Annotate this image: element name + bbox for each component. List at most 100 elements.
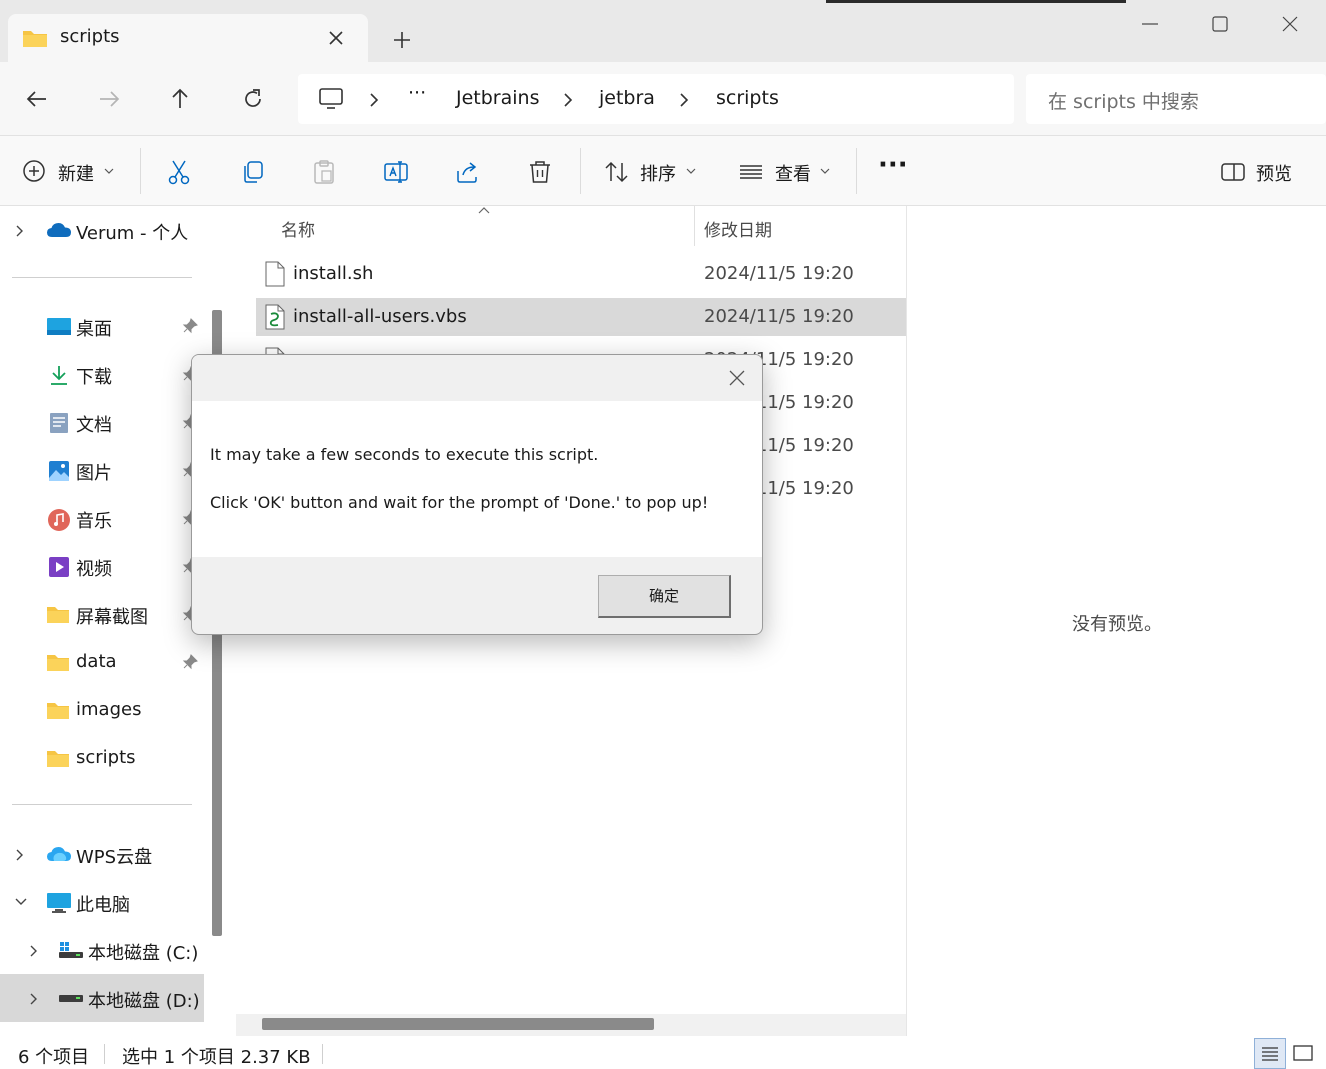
share-icon[interactable] xyxy=(455,159,481,185)
monitor-icon[interactable] xyxy=(318,87,344,111)
system-drive-icon xyxy=(58,940,84,960)
chevron-right-icon[interactable] xyxy=(14,224,26,238)
breadcrumb-scripts[interactable]: scripts xyxy=(716,87,779,109)
item-count: 6 个项目 xyxy=(18,1047,90,1068)
toolbar-divider xyxy=(856,148,857,194)
close-window-icon[interactable] xyxy=(1276,12,1304,36)
chevron-down-icon[interactable] xyxy=(104,167,114,175)
horizontal-scrollbar[interactable] xyxy=(262,1018,654,1030)
new-tab-icon[interactable] xyxy=(388,26,416,54)
command-bar: 新建 排序 查看 ··· 预览 xyxy=(0,136,1326,206)
folder-icon xyxy=(22,28,48,48)
dialog-close-icon[interactable] xyxy=(728,369,746,387)
chevron-down-icon[interactable] xyxy=(14,896,28,908)
cut-icon[interactable] xyxy=(166,159,192,185)
dialog-body: It may take a few seconds to execute thi… xyxy=(192,401,762,557)
sidebar-item-pictures[interactable]: 图片 xyxy=(0,450,204,490)
sort-icon[interactable] xyxy=(604,159,630,185)
chevron-down-icon[interactable] xyxy=(686,167,696,175)
chevron-right-icon[interactable] xyxy=(368,92,380,108)
column-header-name[interactable]: 名称 xyxy=(281,216,315,241)
paste-icon[interactable] xyxy=(311,159,337,185)
column-header-date[interactable]: 修改日期 xyxy=(704,216,772,241)
folder-icon xyxy=(46,700,70,720)
chevron-right-icon[interactable] xyxy=(14,848,26,862)
view-list-icon[interactable] xyxy=(738,159,764,185)
copy-icon[interactable] xyxy=(240,159,266,185)
file-name: install.sh xyxy=(293,263,374,284)
search-input[interactable]: 在 scripts 中搜索 xyxy=(1026,74,1326,124)
sidebar-item-onedrive[interactable]: Verum - 个人 xyxy=(0,210,204,250)
status-divider xyxy=(104,1044,105,1064)
sidebar-item-label: 图片 xyxy=(76,463,112,484)
sidebar-item-label: 桌面 xyxy=(76,319,112,340)
title-bar: scripts xyxy=(0,0,1326,62)
sidebar-item-desktop[interactable]: 桌面 xyxy=(0,306,204,346)
preview-button[interactable]: 预览 xyxy=(1256,160,1292,186)
sidebar-item-drive-c[interactable]: 本地磁盘 (C:) xyxy=(0,930,204,970)
sidebar-item-music[interactable]: 音乐 xyxy=(0,498,204,538)
back-arrow-icon[interactable] xyxy=(24,86,50,112)
pin-icon[interactable] xyxy=(182,318,198,334)
sidebar-item-downloads[interactable]: 下载 xyxy=(0,354,204,394)
sidebar-item-wps[interactable]: WPS云盘 xyxy=(0,834,204,874)
refresh-icon[interactable] xyxy=(240,86,266,112)
more-options-button[interactable]: ··· xyxy=(878,150,908,180)
desktop-icon xyxy=(46,316,72,336)
chevron-right-icon[interactable] xyxy=(28,944,40,958)
new-button[interactable]: 新建 xyxy=(58,160,94,186)
chevron-right-icon[interactable] xyxy=(562,92,574,108)
this-pc-icon xyxy=(46,892,72,914)
breadcrumb-jetbra[interactable]: jetbra xyxy=(599,87,655,109)
tab-scripts[interactable]: scripts xyxy=(8,14,368,62)
breadcrumb-jetbrains[interactable]: Jetbrains xyxy=(456,87,539,109)
sidebar-item-images[interactable]: images xyxy=(0,690,204,730)
sidebar-item-label: 屏幕截图 xyxy=(76,607,148,628)
dialog-title-bar[interactable] xyxy=(192,355,762,401)
file-name: install-all-users.vbs xyxy=(293,306,467,327)
chevron-right-icon[interactable] xyxy=(678,92,690,108)
forward-arrow-icon[interactable] xyxy=(96,86,122,112)
view-button[interactable]: 查看 xyxy=(775,160,811,186)
file-row[interactable]: install.sh 2024/11/5 19:20 xyxy=(256,255,906,293)
wps-cloud-icon xyxy=(46,844,72,864)
sidebar-divider xyxy=(12,804,192,805)
sidebar-item-this-pc[interactable]: 此电脑 xyxy=(0,882,204,922)
sidebar-item-screenshots[interactable]: 屏幕截图 xyxy=(0,594,204,634)
folder-icon xyxy=(46,748,70,768)
chevron-right-icon[interactable] xyxy=(28,992,40,1006)
address-bar[interactable]: ··· Jetbrains jetbra scripts xyxy=(298,74,1014,124)
up-arrow-icon[interactable] xyxy=(167,86,193,112)
tiles-view-button[interactable] xyxy=(1288,1038,1320,1069)
details-view-button[interactable] xyxy=(1254,1038,1286,1069)
pin-icon[interactable] xyxy=(182,654,198,670)
title-strip xyxy=(826,0,1126,3)
sort-button[interactable]: 排序 xyxy=(640,160,676,186)
breadcrumb-overflow[interactable]: ··· xyxy=(408,82,426,104)
sidebar-item-label: 文档 xyxy=(76,415,112,436)
maximize-icon[interactable] xyxy=(1206,12,1234,36)
sidebar-item-label: 本地磁盘 (C:) xyxy=(88,943,199,964)
sidebar-item-documents[interactable]: 文档 xyxy=(0,402,204,442)
close-tab-icon[interactable] xyxy=(326,28,346,48)
ok-button[interactable]: 确定 xyxy=(598,575,731,618)
new-plus-icon[interactable] xyxy=(22,159,46,183)
sidebar-item-videos[interactable]: 视频 xyxy=(0,546,204,586)
folder-icon xyxy=(46,652,70,672)
chevron-down-icon[interactable] xyxy=(820,167,830,175)
delete-icon[interactable] xyxy=(527,159,553,185)
rename-icon[interactable] xyxy=(383,159,409,185)
preview-pane-icon[interactable] xyxy=(1220,159,1246,185)
sidebar-item-data[interactable]: data xyxy=(0,642,204,682)
file-row-selected[interactable]: install-all-users.vbs 2024/11/5 19:20 xyxy=(256,298,906,336)
download-icon xyxy=(48,364,70,386)
minimize-icon[interactable] xyxy=(1136,12,1164,36)
documents-icon xyxy=(48,412,70,434)
sidebar-item-scripts[interactable]: scripts xyxy=(0,738,204,778)
sidebar-item-drive-d[interactable]: 本地磁盘 (D:) xyxy=(0,974,204,1022)
sidebar-item-label: scripts xyxy=(76,747,136,768)
column-divider[interactable] xyxy=(694,206,695,246)
music-icon xyxy=(47,508,71,532)
status-bar: 6 个项目 选中 1 个项目 2.37 KB xyxy=(0,1036,1326,1069)
sort-ascending-icon xyxy=(478,206,490,214)
